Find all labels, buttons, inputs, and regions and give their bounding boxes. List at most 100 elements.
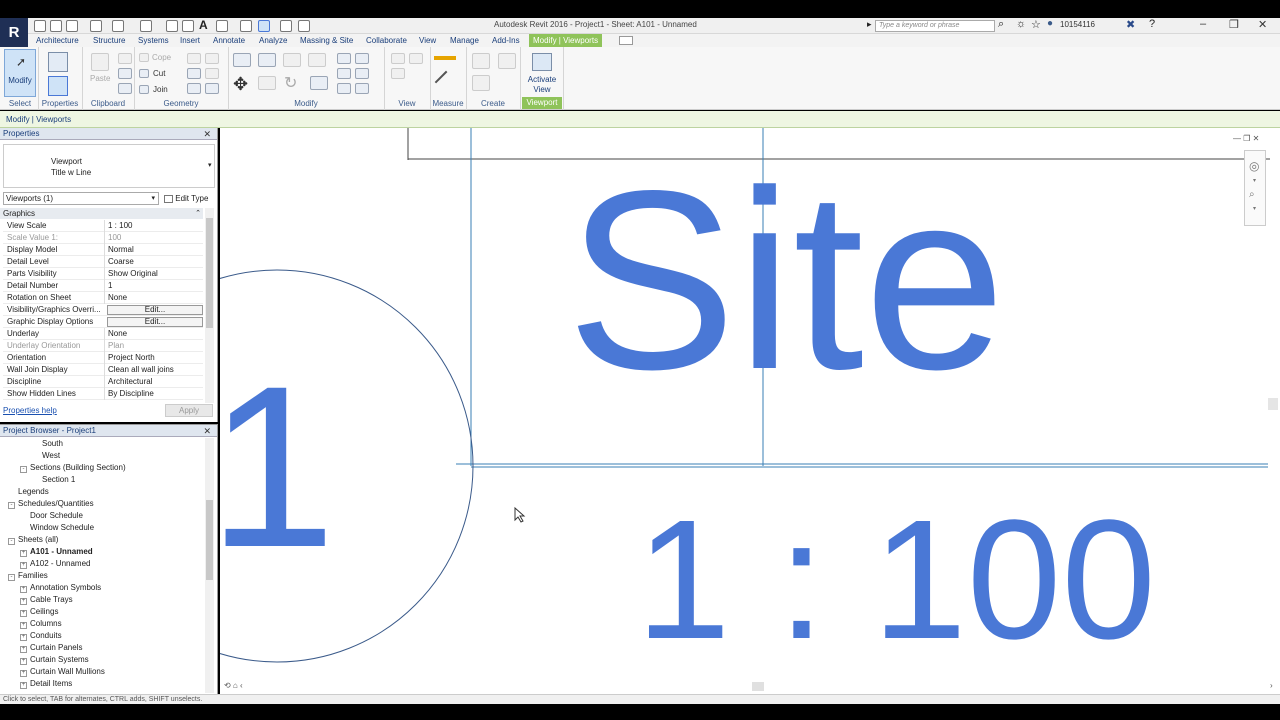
create-assembly-icon[interactable]: [472, 53, 490, 69]
create-group-icon[interactable]: [472, 75, 490, 91]
scroll-right-icon[interactable]: ›: [1270, 681, 1273, 690]
property-value[interactable]: Architectural: [104, 376, 202, 388]
create-parts-icon[interactable]: [498, 53, 516, 69]
help-icon[interactable]: ?: [1149, 18, 1155, 30]
close-icon[interactable]: ✕: [203, 425, 211, 437]
property-row[interactable]: View Scale 1 : 100: [3, 220, 203, 232]
activate-view-label[interactable]: Activate View: [524, 75, 560, 95]
tab-add-ins[interactable]: Add-Ins: [492, 34, 520, 47]
activate-view-icon[interactable]: [532, 53, 552, 71]
browser-tree-item[interactable]: + Curtain Wall Mullions: [2, 666, 202, 678]
mirror-axis-icon[interactable]: [283, 53, 301, 67]
browser-tree-item[interactable]: + Conduits: [2, 630, 202, 642]
expand-icon[interactable]: +: [20, 586, 27, 593]
close-icon[interactable]: ✕: [1258, 18, 1267, 31]
cope-icon[interactable]: [139, 53, 149, 62]
ribbon-options-icon[interactable]: [619, 36, 633, 45]
browser-tree-item[interactable]: - Schedules/Quantities: [2, 498, 202, 510]
cut-clipboard-icon[interactable]: [118, 68, 132, 79]
browser-tree-item[interactable]: South: [2, 438, 202, 450]
mirror-draw-icon[interactable]: [308, 53, 326, 67]
property-row[interactable]: Graphic Display Options Edit...: [3, 316, 203, 328]
property-row[interactable]: Show Hidden Lines By Discipline: [3, 388, 203, 400]
view-scale-text[interactable]: 1 : 100: [636, 485, 1156, 675]
property-row[interactable]: Scale Value 1: 100: [3, 232, 203, 244]
browser-tree-item[interactable]: + A102 - Unnamed: [2, 558, 202, 570]
join-icon[interactable]: [139, 85, 149, 94]
tab-insert[interactable]: Insert: [180, 34, 200, 47]
horizontal-scroll-handle[interactable]: [752, 682, 764, 691]
property-row[interactable]: Orientation Project North: [3, 352, 203, 364]
override-icon[interactable]: [391, 68, 405, 79]
property-value[interactable]: Clean all wall joins: [104, 364, 202, 376]
wall-joins-icon[interactable]: [187, 68, 201, 79]
user-icon[interactable]: ●: [1047, 18, 1053, 29]
minimize-icon[interactable]: –: [1200, 18, 1206, 30]
paste-icon[interactable]: [91, 53, 109, 71]
expand-icon[interactable]: +: [20, 562, 27, 569]
expand-icon[interactable]: +: [20, 622, 27, 629]
canvas-window-controls[interactable]: — ❐ ✕: [1233, 134, 1259, 143]
detail-number-text[interactable]: 1: [220, 338, 336, 595]
close-icon[interactable]: ✕: [203, 128, 211, 140]
expand-icon[interactable]: +: [20, 634, 27, 641]
property-row[interactable]: Parts Visibility Show Original: [3, 268, 203, 280]
browser-tree-item[interactable]: + Curtain Systems: [2, 654, 202, 666]
thin-lines-icon[interactable]: [258, 20, 270, 32]
steering-wheel-icon[interactable]: ◎: [1249, 159, 1259, 173]
property-value[interactable]: Show Original: [104, 268, 202, 280]
redo-icon[interactable]: [112, 20, 124, 32]
browser-tree-item[interactable]: + A101 - Unnamed: [2, 546, 202, 558]
cut-icon[interactable]: [139, 69, 149, 78]
property-value[interactable]: 100: [104, 232, 202, 244]
property-row[interactable]: Detail Number 1: [3, 280, 203, 292]
geometry-tool-icon[interactable]: [187, 83, 201, 94]
browser-tree-item[interactable]: - Sheets (all): [2, 534, 202, 546]
property-value[interactable]: Plan: [104, 340, 202, 352]
cut-label[interactable]: Cut: [153, 69, 165, 78]
type-properties-icon[interactable]: [48, 52, 68, 72]
3d-view-icon[interactable]: [216, 20, 228, 32]
join-label[interactable]: Join: [153, 85, 168, 94]
tab-view[interactable]: View: [419, 34, 436, 47]
split-face-icon[interactable]: [187, 53, 201, 64]
properties-icon[interactable]: [48, 76, 68, 96]
undo-icon[interactable]: [90, 20, 102, 32]
chevron-down-icon[interactable]: ▾: [1253, 177, 1256, 184]
application-menu-button[interactable]: R: [0, 18, 28, 47]
property-value[interactable]: Coarse: [104, 256, 202, 268]
browser-tree-item[interactable]: + Columns: [2, 618, 202, 630]
binoculars-icon[interactable]: ⌕: [998, 18, 1004, 31]
trim-icon[interactable]: [310, 76, 328, 90]
select-panel-label[interactable]: Select: [3, 99, 37, 108]
user-name[interactable]: 10154116: [1060, 20, 1095, 29]
split-icon[interactable]: [337, 53, 351, 64]
collapse-icon[interactable]: -: [8, 502, 15, 509]
chevron-down-icon[interactable]: ▾: [1253, 205, 1256, 212]
scale-icon[interactable]: [337, 68, 351, 79]
view-control-icons[interactable]: ⟲ ⌂ ‹: [224, 681, 243, 690]
delete-icon[interactable]: [355, 83, 369, 94]
browser-tree-item[interactable]: West: [2, 450, 202, 462]
browser-tree-item[interactable]: + Cable Trays: [2, 594, 202, 606]
browser-tree-item[interactable]: + Detail Items: [2, 678, 202, 690]
instance-filter-dropdown[interactable]: Viewports (1) ▾: [3, 192, 159, 205]
tab-annotate[interactable]: Annotate: [213, 34, 245, 47]
tab-manage[interactable]: Manage: [450, 34, 479, 47]
apply-button[interactable]: Apply: [165, 404, 213, 417]
align-icon[interactable]: [233, 53, 251, 67]
expand-icon[interactable]: +: [20, 670, 27, 677]
dimension-icon[interactable]: [166, 20, 178, 32]
collapse-icon[interactable]: -: [20, 466, 27, 473]
offset-icon[interactable]: [258, 53, 276, 67]
copy-icon[interactable]: [258, 76, 276, 90]
drawing-area[interactable]: Site 1 1 : 100 — ❐ ✕ ◎ ▾ ⌕ ▾ ⟲ ⌂ ‹ ›: [220, 128, 1280, 694]
browser-tree-item[interactable]: Legends: [2, 486, 202, 498]
property-row[interactable]: Underlay None: [3, 328, 203, 340]
switch-windows-icon[interactable]: [298, 20, 310, 32]
measure-distance-icon[interactable]: [434, 56, 456, 60]
expand-icon[interactable]: +: [20, 610, 27, 617]
tab-modify-viewports[interactable]: Modify | Viewports: [529, 34, 603, 47]
geometry-tool-2-icon[interactable]: [205, 83, 219, 94]
property-value[interactable]: None: [104, 328, 202, 340]
